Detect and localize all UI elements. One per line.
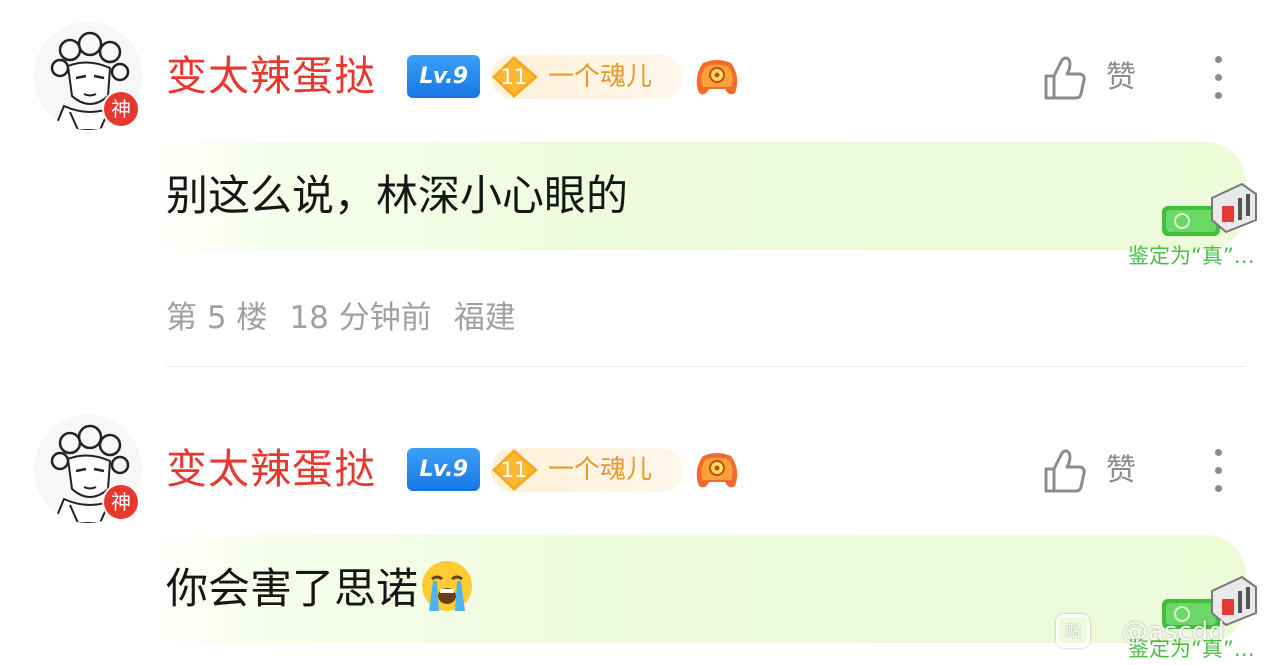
gamepad-icon <box>696 60 738 95</box>
level-badge: Lv.9 <box>407 55 480 98</box>
like-button[interactable]: 赞 <box>1042 443 1152 499</box>
divider <box>166 366 1246 367</box>
more-options-button[interactable] <box>1203 52 1235 104</box>
fan-name: 一个魂儿 <box>548 455 653 485</box>
more-options-button[interactable] <box>1203 445 1235 497</box>
thumbs-up-icon <box>1044 449 1086 493</box>
post-time: 18 分钟前 <box>289 300 432 336</box>
more-dot-icon <box>1215 467 1222 474</box>
fan-level-diamond: 11 <box>491 448 541 492</box>
comment-list: 神 变太辣蛋挞 Lv.9 11 一个魂儿 赞 别这么说，林深小心眼的 鉴定为“真… <box>0 0 1285 665</box>
fan-name: 一个魂儿 <box>548 62 653 92</box>
location: 福建 <box>453 300 516 336</box>
watermark: 贴 @ascdd <box>1056 612 1285 652</box>
god-badge: 神 <box>102 90 140 128</box>
floor-number: 第 5 楼 <box>166 300 268 336</box>
more-dot-icon <box>1215 449 1222 456</box>
more-dot-icon <box>1215 74 1222 81</box>
fan-level-number: 11 <box>500 65 528 89</box>
more-dot-icon <box>1215 56 1222 63</box>
verify-label[interactable]: 鉴定为“真”… <box>1128 240 1255 272</box>
fan-level-number: 11 <box>500 458 528 482</box>
god-badge: 神 <box>102 483 140 521</box>
tieba-logo-icon: 贴 <box>1056 614 1090 648</box>
comment-text-content: 你会害了思诺 <box>166 564 419 613</box>
level-badge: Lv.9 <box>407 448 480 491</box>
username[interactable]: 变太辣蛋挞 <box>166 48 376 104</box>
fan-level-diamond: 11 <box>491 55 541 99</box>
thumbs-up-icon <box>1044 56 1086 100</box>
fan-badge[interactable]: 11 一个魂儿 <box>491 448 683 492</box>
more-dot-icon <box>1215 92 1222 99</box>
more-dot-icon <box>1215 485 1222 492</box>
loudly-crying-face-icon <box>422 561 473 611</box>
comment-meta: 第 5 楼 18 分钟前 福建 <box>166 292 538 344</box>
username[interactable]: 变太辣蛋挞 <box>166 441 376 497</box>
watermark-text: @ascdd <box>1122 617 1225 647</box>
like-button[interactable]: 赞 <box>1042 50 1152 106</box>
like-label: 赞 <box>1106 60 1136 95</box>
like-label: 赞 <box>1106 453 1136 488</box>
verify-camera-icon[interactable] <box>1160 180 1260 242</box>
fan-badge[interactable]: 11 一个魂儿 <box>491 55 683 99</box>
comment-text: 别这么说，林深小心眼的 <box>166 171 629 220</box>
gamepad-icon <box>696 453 738 488</box>
comment-text: 你会害了思诺 <box>166 557 474 621</box>
